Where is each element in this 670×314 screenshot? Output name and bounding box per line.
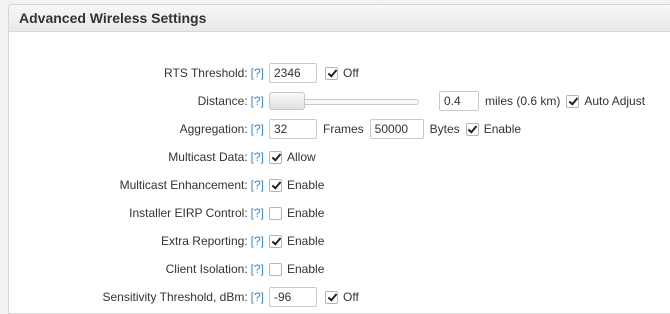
installer-eirp-label: Installer EIRP Control: xyxy=(129,206,248,220)
multicast-data-option: Allow xyxy=(287,150,316,164)
distance-slider-thumb[interactable] xyxy=(269,92,305,110)
distance-help-link[interactable]: [?] xyxy=(251,94,264,108)
rts-threshold-row: RTS Threshold:[?] Off xyxy=(9,61,367,85)
sensitivity-off-checkbox[interactable] xyxy=(325,290,338,304)
multicast-enhancement-help-link[interactable]: [?] xyxy=(251,178,264,192)
multicast-enhancement-checkbox[interactable] xyxy=(269,178,282,192)
auto-adjust-checkbox[interactable] xyxy=(566,94,580,108)
rts-threshold-help-link[interactable]: [?] xyxy=(251,66,264,80)
bytes-label: Bytes xyxy=(429,122,460,136)
multicast-data-checkbox[interactable] xyxy=(269,150,282,164)
distance-input[interactable] xyxy=(439,91,479,111)
aggregation-bytes-input[interactable] xyxy=(369,119,424,139)
extra-reporting-label: Extra Reporting: xyxy=(160,234,248,248)
extra-reporting-checkbox[interactable] xyxy=(269,234,282,248)
multicast-data-help-link[interactable]: [?] xyxy=(251,150,264,164)
rts-threshold-label: RTS Threshold: xyxy=(164,66,248,80)
frames-label: Frames xyxy=(323,122,364,136)
distance-slider[interactable] xyxy=(269,91,419,111)
aggregation-enable-checkbox[interactable] xyxy=(465,122,479,136)
aggregation-label: Aggregation: xyxy=(179,122,248,136)
client-isolation-option: Enable xyxy=(287,262,325,276)
sensitivity-threshold-input[interactable] xyxy=(269,287,317,307)
aggregation-help-link[interactable]: [?] xyxy=(251,122,264,136)
sensitivity-threshold-row: Sensitivity Threshold, dBm:[?] Off xyxy=(9,285,359,309)
installer-eirp-row: Installer EIRP Control: [?] Enable xyxy=(9,201,324,225)
multicast-enhancement-row: Multicast Enhancement: [?] Enable xyxy=(9,173,325,197)
aggregation-frames-input[interactable] xyxy=(269,119,317,139)
distance-row: Distance:[?] miles (0.6 km) Auto Adjust xyxy=(9,89,645,113)
sensitivity-off-label: Off xyxy=(343,290,359,304)
panel-title: Advanced Wireless Settings xyxy=(9,5,670,32)
aggregation-row: Aggregation:[?] Frames Bytes Enable xyxy=(9,117,521,141)
extra-reporting-row: Extra Reporting: [?] Enable xyxy=(9,229,324,253)
advanced-wireless-settings-panel: Advanced Wireless Settings RTS Threshold… xyxy=(8,4,670,314)
auto-adjust-label: Auto Adjust xyxy=(584,94,646,108)
installer-eirp-help-link[interactable]: [?] xyxy=(251,206,264,220)
client-isolation-label: Client Isolation: xyxy=(165,262,248,276)
multicast-data-row: Multicast Data: [?] Allow xyxy=(9,145,316,169)
installer-eirp-checkbox[interactable] xyxy=(269,206,282,220)
multicast-enhancement-label: Multicast Enhancement: xyxy=(119,178,248,192)
multicast-enhancement-option: Enable xyxy=(287,178,325,192)
client-isolation-row: Client Isolation: [?] Enable xyxy=(9,257,325,281)
distance-label: Distance: xyxy=(197,94,248,108)
rts-threshold-input[interactable] xyxy=(269,63,317,83)
client-isolation-checkbox[interactable] xyxy=(269,262,282,276)
extra-reporting-option: Enable xyxy=(287,234,325,248)
extra-reporting-help-link[interactable]: [?] xyxy=(251,234,264,248)
distance-unit: miles (0.6 km) xyxy=(485,94,561,108)
sensitivity-threshold-label: Sensitivity Threshold, dBm: xyxy=(102,290,248,304)
aggregation-enable-label: Enable xyxy=(483,122,522,136)
multicast-data-label: Multicast Data: xyxy=(168,150,248,164)
rts-off-label: Off xyxy=(343,66,359,80)
rts-off-checkbox[interactable] xyxy=(325,66,338,80)
client-isolation-help-link[interactable]: [?] xyxy=(251,262,264,276)
sensitivity-threshold-help-link[interactable]: [?] xyxy=(251,290,264,304)
installer-eirp-option: Enable xyxy=(287,206,325,220)
